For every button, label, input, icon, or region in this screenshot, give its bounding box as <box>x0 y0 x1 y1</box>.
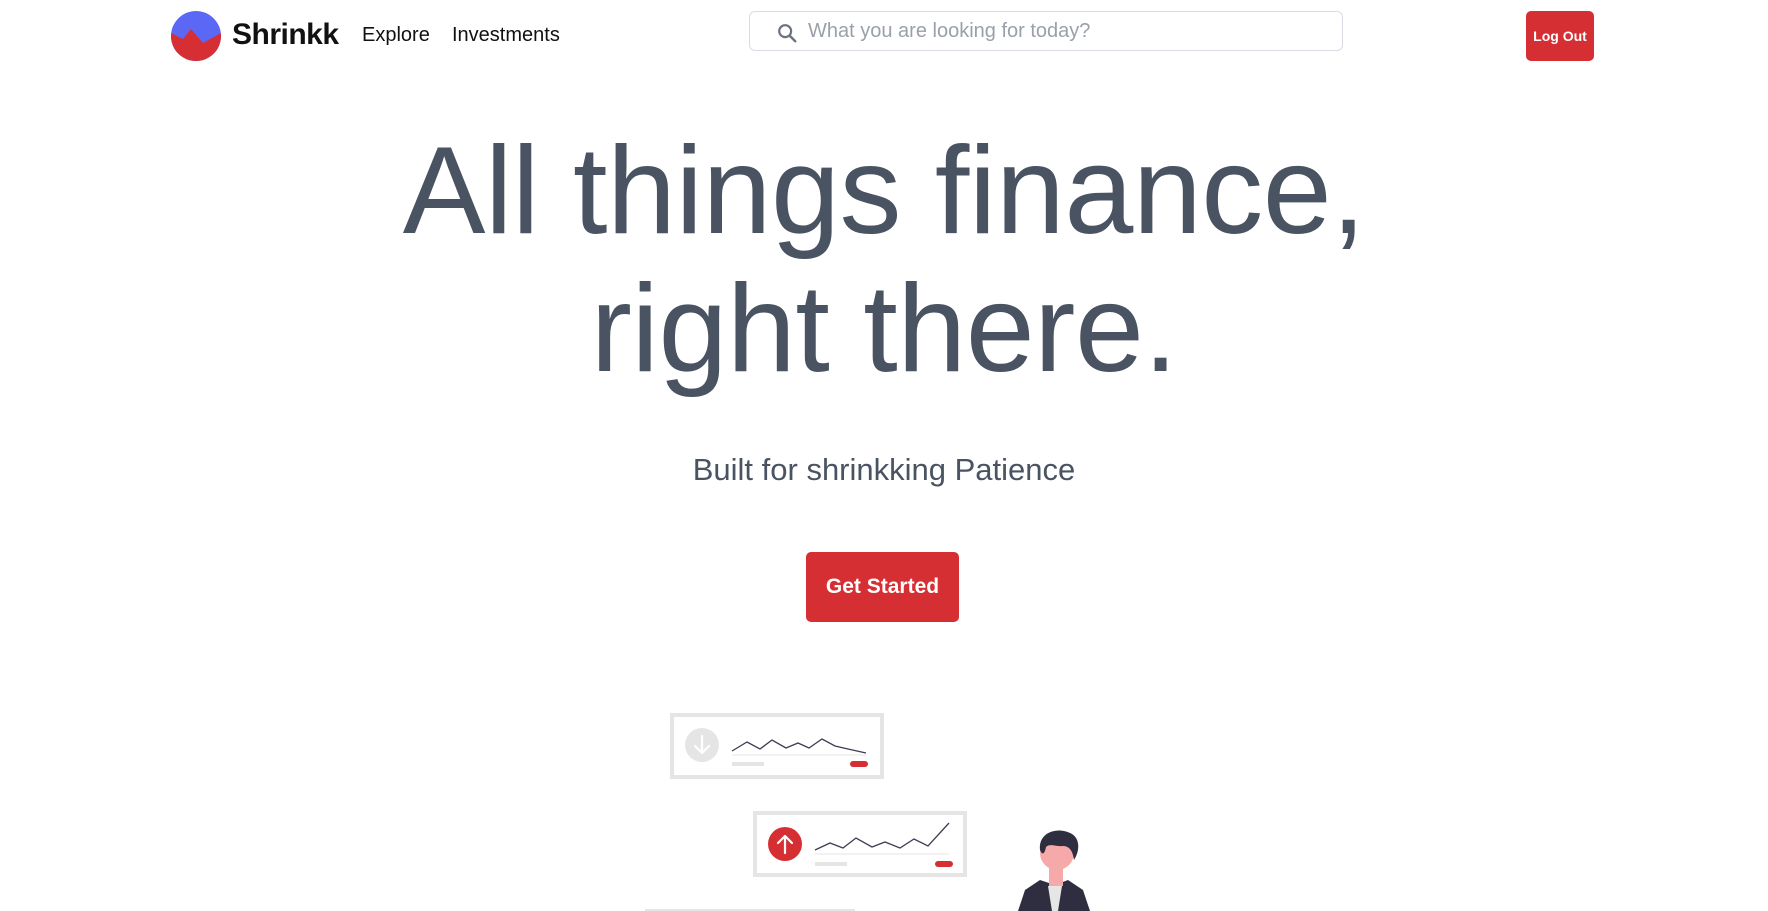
stock-card-up <box>753 811 967 877</box>
shrinkk-logo-icon[interactable] <box>171 11 221 61</box>
up-arrow-icon <box>768 827 802 861</box>
top-navbar: Shrinkk Explore Investments Log Out <box>0 0 1768 72</box>
hero-subtitle: Built for shrinkking Patience <box>692 452 1076 487</box>
search-bar <box>749 11 1343 51</box>
hero-title-line-1: All things finance, <box>402 122 1366 260</box>
search-icon <box>778 24 797 43</box>
get-started-button[interactable]: Get Started <box>806 552 959 622</box>
logout-button[interactable]: Log Out <box>1526 11 1594 61</box>
nav-link-explore[interactable]: Explore <box>362 24 430 47</box>
search-input[interactable] <box>808 14 1318 48</box>
stock-card-down <box>670 713 884 779</box>
person-figure <box>1018 830 1090 911</box>
hero-title-line-2: right there. <box>590 260 1178 398</box>
brand-name[interactable]: Shrinkk <box>232 18 339 52</box>
hero-title: All things finance, right there. <box>0 122 1768 398</box>
nav-link-investments[interactable]: Investments <box>452 24 560 47</box>
down-arrow-icon <box>685 728 719 762</box>
